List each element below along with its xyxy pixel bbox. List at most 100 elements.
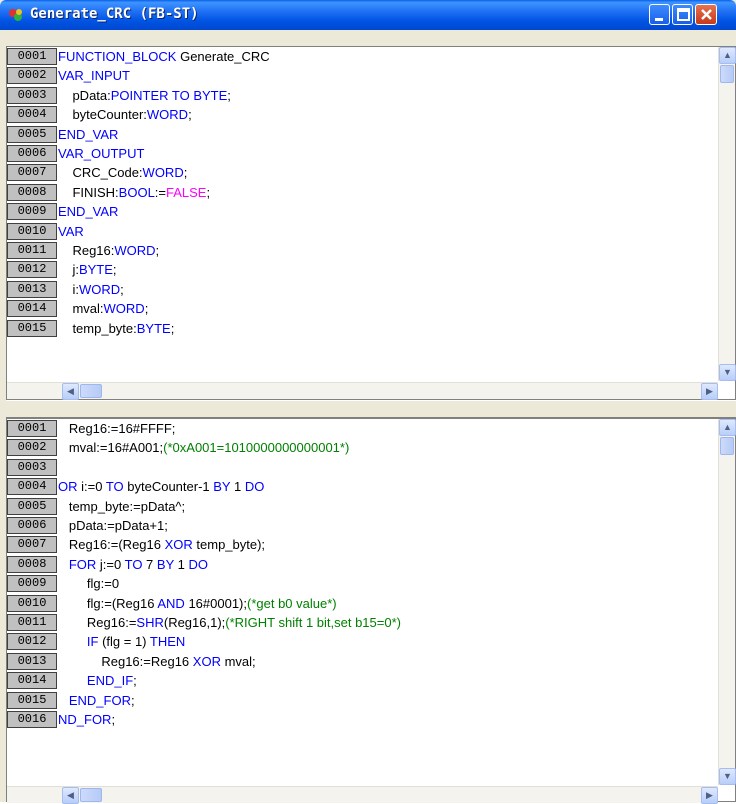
code-line[interactable]: 0008 FINISH:BOOL:=FALSE;: [7, 183, 707, 202]
code-line[interactable]: 0006 VAR_OUTPUT: [7, 144, 707, 163]
line-number: 0010: [7, 222, 57, 240]
line-number: 0002: [7, 439, 57, 457]
keyword-token: END_VAR: [58, 204, 119, 220]
title-bar[interactable]: Generate_CRC (FB-ST): [0, 0, 736, 30]
code-line[interactable]: 0005 temp_byte:=pData^;: [7, 497, 707, 516]
code-line[interactable]: 0003: [7, 458, 707, 477]
code-line[interactable]: 0006 pData:=pData+1;: [7, 516, 707, 535]
code-text: pData:POINTER TO BYTE;: [58, 86, 231, 105]
body-editor[interactable]: 0001 Reg16:=16#FFFF; 0002 mval:=16#A001;(…: [6, 418, 736, 804]
code-token: temp_byte:: [58, 320, 137, 336]
scroll-right-button[interactable]: ▶: [701, 787, 718, 804]
line-number: 0016: [7, 711, 57, 728]
maximize-button[interactable]: [672, 4, 693, 25]
code-text: byteCounter:WORD;: [58, 105, 191, 124]
code-line[interactable]: 0004 OR i:=0 TO byteCounter-1 BY 1 DO: [7, 477, 707, 496]
code-line[interactable]: 0012 IF (flg = 1) THEN: [7, 632, 707, 651]
code-line[interactable]: 0010 VAR: [7, 222, 707, 241]
code-line[interactable]: 0010 flg:=(Reg16 AND 16#0001);(*get b0 v…: [7, 594, 707, 613]
code-line[interactable]: 0001 FUNCTION_BLOCK Generate_CRC: [7, 47, 707, 66]
code-line[interactable]: 0004 byteCounter:WORD;: [7, 105, 707, 124]
scroll-down-button[interactable]: ▼: [719, 768, 736, 785]
code-text: VAR_OUTPUT: [58, 144, 144, 163]
code-text: mval:=16#A001;(*0xA001=1010000000000001*…: [58, 438, 349, 457]
close-button[interactable]: [695, 4, 717, 25]
minimize-button[interactable]: [649, 4, 670, 25]
code-line[interactable]: 0013 i:WORD;: [7, 280, 707, 299]
code-line[interactable]: 0011 Reg16:WORD;: [7, 241, 707, 260]
scroll-thumb[interactable]: [720, 437, 734, 455]
code-line[interactable]: 0007 Reg16:=(Reg16 XOR temp_byte);: [7, 535, 707, 554]
scroll-up-button[interactable]: ▲: [719, 47, 736, 64]
code-line[interactable]: 0011 Reg16:=SHR(Reg16,1);(*RIGHT shift 1…: [7, 613, 707, 632]
line-number: 0014: [7, 672, 57, 690]
code-line[interactable]: 0008 FOR j:=0 TO 7 BY 1 DO: [7, 555, 707, 574]
code-line[interactable]: 0012 j:BYTE;: [7, 260, 707, 279]
scroll-thumb[interactable]: [80, 384, 102, 398]
code-line[interactable]: 0002 VAR_INPUT: [7, 66, 707, 85]
code-line[interactable]: 0016 ND_FOR;: [7, 710, 707, 729]
line-number: 0007: [7, 164, 57, 182]
code-text: FINISH:BOOL:=FALSE;: [58, 183, 210, 202]
comment-token: (*RIGHT shift 1 bit,set b15=0*): [225, 615, 401, 630]
scroll-left-button[interactable]: ◀: [62, 383, 79, 400]
code-line[interactable]: 0009 END_VAR: [7, 202, 707, 221]
scroll-thumb[interactable]: [80, 788, 102, 802]
scroll-right-button[interactable]: ▶: [701, 383, 718, 400]
keyword-token: FOR: [68, 556, 97, 572]
scroll-left-button[interactable]: ◀: [62, 787, 79, 804]
body-horizontal-scrollbar[interactable]: ◀ ▶: [7, 786, 718, 804]
code-line[interactable]: 0005 END_VAR: [7, 125, 707, 144]
code-line[interactable]: 0002 mval:=16#A001;(*0xA001=101000000000…: [7, 438, 707, 457]
line-number: 0008: [7, 555, 57, 573]
code-token: 7: [142, 556, 157, 572]
declaration-horizontal-scrollbar[interactable]: ◀ ▶: [7, 382, 718, 400]
code-token: ;: [130, 692, 135, 708]
code-token: flg:=(Reg16: [58, 595, 158, 611]
code-token: i:: [58, 281, 79, 297]
code-token: ;: [111, 712, 116, 727]
code-line[interactable]: 0003 pData:POINTER TO BYTE;: [7, 86, 707, 105]
code-token: 16#0001);: [184, 595, 247, 611]
code-token: pData:=pData+1;: [58, 518, 168, 533]
code-line[interactable]: 0009 flg:=0: [7, 574, 707, 593]
code-token: FINISH:: [58, 184, 119, 200]
code-line[interactable]: 0013 Reg16:=Reg16 XOR mval;: [7, 652, 707, 671]
scroll-down-button[interactable]: ▼: [719, 364, 736, 381]
code-token: CRC_Code:: [58, 165, 143, 181]
code-line[interactable]: 0001 Reg16:=16#FFFF;: [7, 419, 707, 438]
code-text: mval:WORD;: [58, 299, 148, 318]
keyword-token: BY: [213, 479, 231, 495]
keyword-token: ND_FOR: [58, 712, 112, 727]
code-text: Reg16:WORD;: [58, 241, 159, 260]
code-line[interactable]: 0007 CRC_Code:WORD;: [7, 163, 707, 182]
pane-splitter[interactable]: [6, 400, 736, 418]
declaration-vertical-scrollbar[interactable]: ▲ ▼: [718, 47, 736, 381]
body-vertical-scrollbar[interactable]: ▲ ▼: [718, 419, 736, 785]
code-token: byteCounter:: [58, 107, 147, 123]
code-line[interactable]: 0015 END_FOR;: [7, 691, 707, 710]
code-token: ;: [227, 87, 231, 103]
line-number: 0015: [7, 319, 57, 337]
scroll-up-button[interactable]: ▲: [719, 419, 736, 436]
keyword-token: OR: [58, 479, 78, 495]
keyword-token: VAR_OUTPUT: [58, 146, 145, 161]
keyword-token: DO: [244, 479, 265, 495]
code-token: :=: [154, 184, 167, 200]
code-text: Reg16:=16#FFFF;: [58, 419, 176, 438]
code-token: (Reg16,1);: [163, 615, 226, 630]
code-line[interactable]: 0014 END_IF;: [7, 671, 707, 690]
code-text: END_FOR;: [58, 691, 135, 710]
code-token: byteCounter-1: [123, 479, 214, 495]
code-line[interactable]: 0015 temp_byte:BYTE;: [7, 319, 707, 338]
line-number: 0009: [7, 203, 57, 221]
code-text: VAR: [58, 222, 84, 241]
scroll-thumb[interactable]: [720, 65, 734, 83]
code-line[interactable]: 0014 mval:WORD;: [7, 299, 707, 318]
code-text: OR i:=0 TO byteCounter-1 BY 1 DO: [58, 477, 264, 496]
declaration-editor[interactable]: 0001 FUNCTION_BLOCK Generate_CRC 0002 VAR_I…: [6, 46, 736, 400]
line-number: 0008: [7, 183, 57, 201]
line-number: 0013: [7, 280, 57, 298]
